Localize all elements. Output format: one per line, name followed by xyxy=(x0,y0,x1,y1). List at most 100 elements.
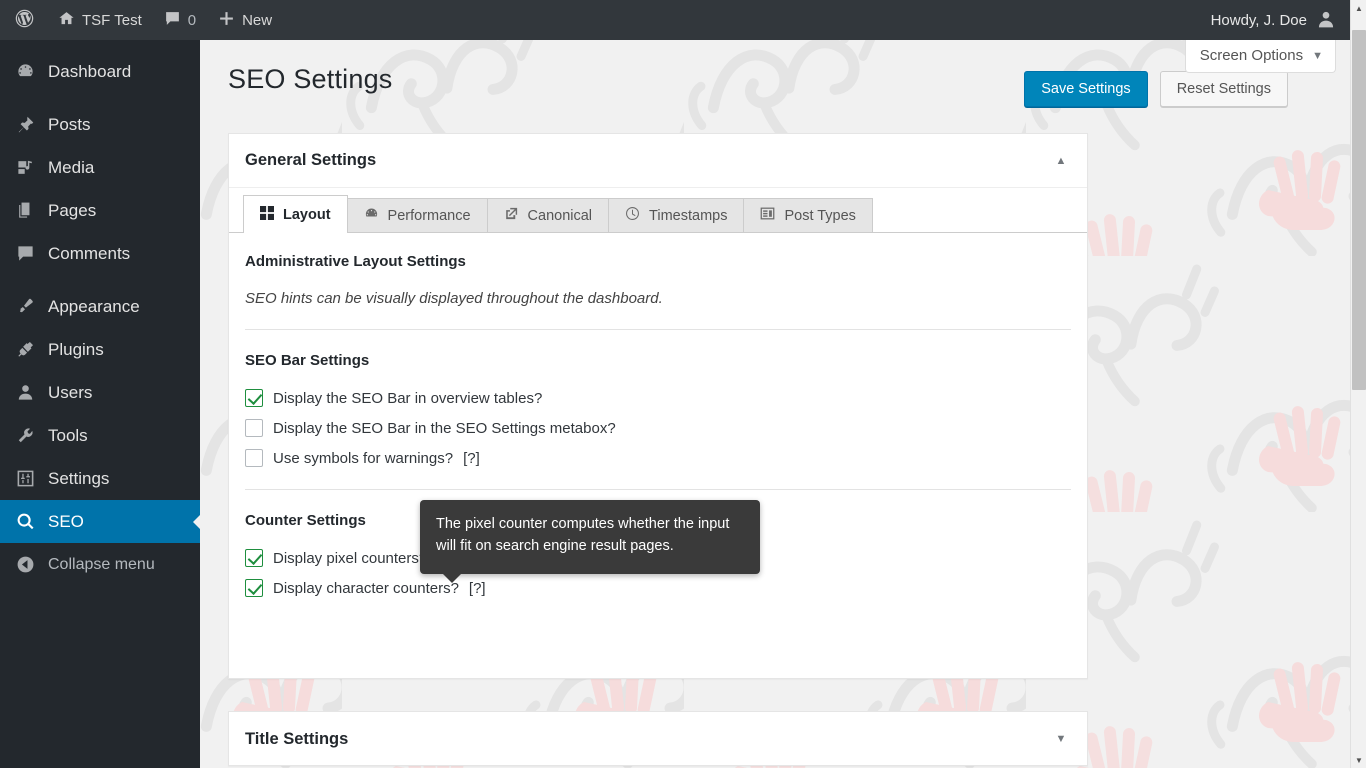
tab-timestamps[interactable]: Timestamps xyxy=(608,198,744,232)
settings-tablist: Layout Performance Canonical Timestamps xyxy=(229,188,1087,233)
tab-post-types[interactable]: Post Types xyxy=(743,198,872,232)
sidebar-item-dashboard[interactable]: Dashboard xyxy=(0,50,200,93)
tab-layout[interactable]: Layout xyxy=(243,195,348,233)
tab-label: Layout xyxy=(283,207,331,223)
screen-options-toggle[interactable]: Screen Options ▼ xyxy=(1185,40,1336,73)
metabox-title: Title Settings xyxy=(245,730,348,749)
list-table-icon xyxy=(760,206,775,225)
tab-label: Post Types xyxy=(784,208,855,224)
option-character-counters[interactable]: Display character counters? [?] xyxy=(245,579,1071,597)
save-settings-button[interactable]: Save Settings xyxy=(1024,71,1147,107)
sidebar-spacer-1 xyxy=(0,93,200,103)
page-title: SEO Settings xyxy=(228,64,392,95)
scrollbar-thumb[interactable] xyxy=(1352,30,1366,390)
new-content-label: New xyxy=(242,12,272,29)
wordpress-icon xyxy=(14,8,35,33)
divider xyxy=(245,329,1071,330)
scroll-up-arrow[interactable]: ▲ xyxy=(1351,0,1366,16)
tooltip-text: The pixel counter computes whether the i… xyxy=(436,516,729,554)
sidebar-item-seo[interactable]: SEO xyxy=(0,500,200,543)
new-content-button[interactable]: New xyxy=(207,0,283,40)
pin-icon xyxy=(14,115,36,134)
sidebar-item-posts[interactable]: Posts xyxy=(0,103,200,146)
clock-icon xyxy=(625,206,640,225)
site-name-button[interactable]: TSF Test xyxy=(47,0,153,40)
metabox-title: General Settings xyxy=(245,151,376,170)
option-label: Display the SEO Bar in overview tables? xyxy=(273,390,542,407)
checkbox[interactable] xyxy=(245,449,263,467)
general-settings-header[interactable]: General Settings ▲ xyxy=(229,134,1087,188)
sidebar-item-pages[interactable]: Pages xyxy=(0,189,200,232)
search-icon xyxy=(14,512,36,531)
comments-button[interactable]: 0 xyxy=(153,0,207,40)
tab-performance[interactable]: Performance xyxy=(347,198,488,232)
user-icon xyxy=(14,383,36,402)
sidebar-item-comments[interactable]: Comments xyxy=(0,232,200,275)
triangle-up-icon[interactable]: ▲ xyxy=(1051,155,1071,167)
sidebar-item-label: Media xyxy=(48,158,94,178)
account-menu[interactable]: Howdy, J. Doe xyxy=(1211,9,1350,32)
triangle-down-icon[interactable]: ▼ xyxy=(1051,733,1071,745)
administrative-layout-description: SEO hints can be visually displayed thro… xyxy=(245,290,1071,307)
page-scrollbar[interactable]: ▲ ▼ xyxy=(1350,0,1366,768)
home-icon xyxy=(58,10,75,31)
title-settings-metabox: Title Settings ▼ xyxy=(228,711,1088,766)
user-avatar-icon xyxy=(1316,9,1336,32)
checkbox[interactable] xyxy=(245,549,263,567)
sidebar-item-settings[interactable]: Settings xyxy=(0,457,200,500)
divider xyxy=(245,489,1071,490)
checkbox[interactable] xyxy=(245,419,263,437)
admin-bar: TSF Test 0 New Howdy, J. Doe xyxy=(0,0,1350,40)
external-link-icon xyxy=(504,206,519,225)
howdy-label: Howdy, J. Doe xyxy=(1211,12,1307,29)
collapse-menu-label: Collapse menu xyxy=(48,556,155,574)
screen-options-label: Screen Options xyxy=(1200,47,1303,64)
sidebar-item-label: Appearance xyxy=(48,297,140,317)
sidebar-item-media[interactable]: Media xyxy=(0,146,200,189)
wordpress-logo-button[interactable] xyxy=(0,0,47,40)
reset-settings-button[interactable]: Reset Settings xyxy=(1160,71,1288,107)
sidebar-item-users[interactable]: Users xyxy=(0,371,200,414)
sidebar-item-appearance[interactable]: Appearance xyxy=(0,285,200,328)
scroll-down-arrow[interactable]: ▼ xyxy=(1351,752,1366,768)
tab-label: Timestamps xyxy=(649,208,727,224)
tab-label: Performance xyxy=(388,208,471,224)
brush-icon xyxy=(14,297,36,316)
collapse-menu-button[interactable]: Collapse menu xyxy=(0,543,200,586)
option-label: Display pixel counters? xyxy=(273,550,427,567)
dashboard-icon xyxy=(14,62,36,81)
sidebar-item-label: Posts xyxy=(48,115,91,135)
chevron-down-icon: ▼ xyxy=(1312,50,1323,62)
sidebar-item-label: Pages xyxy=(48,201,96,221)
main-content: Screen Options ▼ SEO Settings Save Setti… xyxy=(200,40,1350,768)
tab-canonical[interactable]: Canonical xyxy=(487,198,610,232)
option-label: Use symbols for warnings? xyxy=(273,450,453,467)
grid-icon xyxy=(260,206,274,224)
checkbox[interactable] xyxy=(245,389,263,407)
sidebar-item-label: Dashboard xyxy=(48,62,131,82)
gauge-icon xyxy=(364,206,379,225)
sidebar-item-label: Comments xyxy=(48,244,130,264)
seo-bar-settings-heading: SEO Bar Settings xyxy=(245,352,1071,369)
sidebar-item-tools[interactable]: Tools xyxy=(0,414,200,457)
wrench-icon xyxy=(14,426,36,445)
title-settings-header[interactable]: Title Settings ▼ xyxy=(229,712,1087,766)
sidebar-item-plugins[interactable]: Plugins xyxy=(0,328,200,371)
general-settings-metabox: General Settings ▲ Layout Performance xyxy=(228,133,1088,679)
help-link-character-counters[interactable]: [?] xyxy=(469,580,486,597)
help-tooltip: The pixel counter computes whether the i… xyxy=(420,500,760,574)
option-label: Display character counters? xyxy=(273,580,459,597)
help-link[interactable]: [?] xyxy=(463,450,480,467)
option-seo-bar-overview-tables[interactable]: Display the SEO Bar in overview tables? xyxy=(245,389,1071,407)
site-name-label: TSF Test xyxy=(82,12,142,29)
checkbox[interactable] xyxy=(245,579,263,597)
pages-icon xyxy=(14,201,36,220)
comment-icon xyxy=(14,244,36,263)
chevron-left-circle-icon xyxy=(14,555,36,574)
sidebar-spacer-top xyxy=(0,40,200,50)
option-seo-bar-metabox[interactable]: Display the SEO Bar in the SEO Settings … xyxy=(245,419,1071,437)
sidebar-item-label: SEO xyxy=(48,512,84,532)
plug-icon xyxy=(14,340,36,359)
comments-count: 0 xyxy=(188,12,196,29)
option-symbols-for-warnings[interactable]: Use symbols for warnings? [?] xyxy=(245,449,1071,467)
